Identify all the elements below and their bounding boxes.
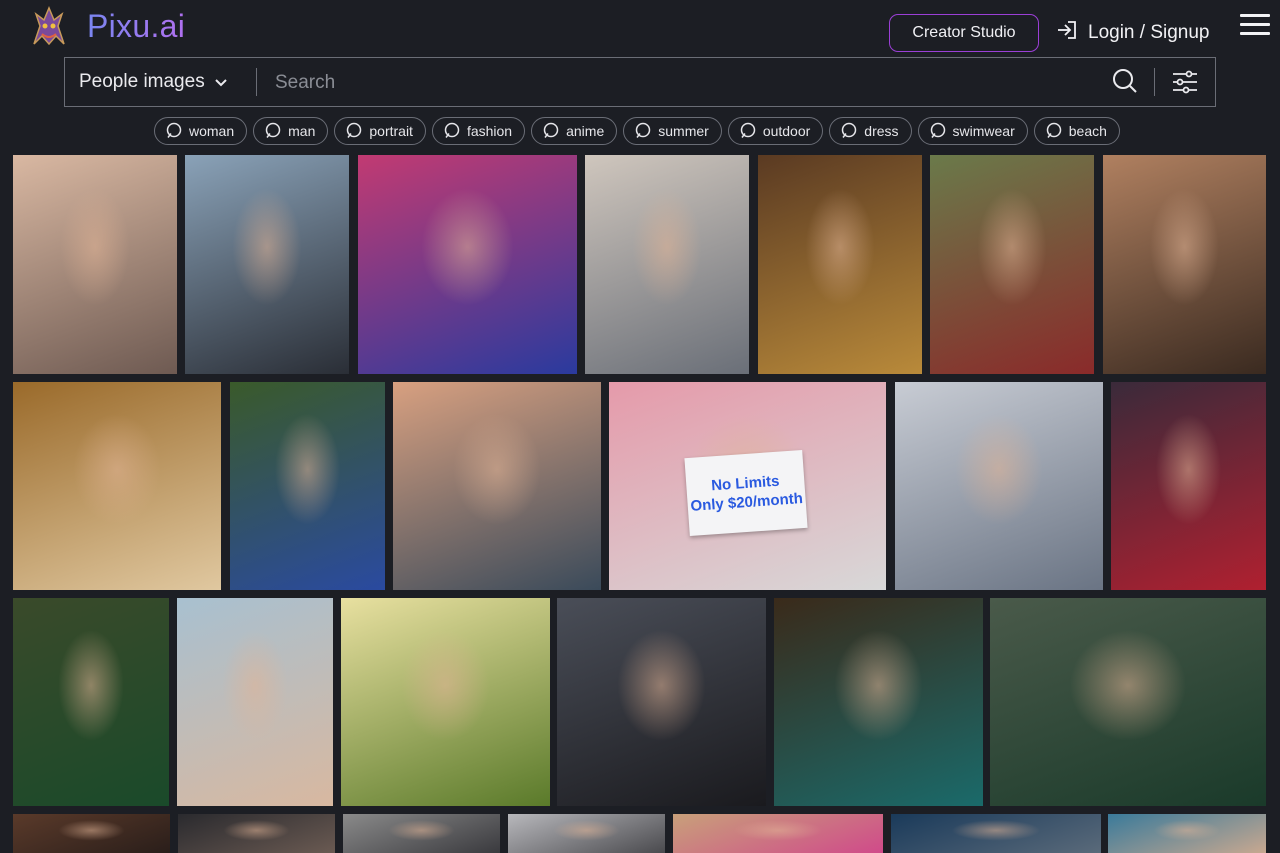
- gallery-image[interactable]: [185, 155, 349, 374]
- gallery-image[interactable]: [341, 598, 550, 806]
- gallery-image[interactable]: [557, 598, 766, 806]
- search-input[interactable]: [273, 66, 1097, 100]
- tag-chip[interactable]: fashion: [431, 117, 526, 145]
- tag-chip[interactable]: woman: [154, 117, 248, 145]
- gallery-image[interactable]: [673, 814, 883, 853]
- gallery-image[interactable]: [774, 598, 983, 806]
- category-label: People images: [79, 71, 205, 92]
- gallery-image[interactable]: [990, 598, 1266, 806]
- gallery-image[interactable]: [508, 814, 665, 853]
- tag-label: swimwear: [952, 123, 1015, 139]
- gallery-image[interactable]: [585, 155, 749, 374]
- search-icon: [347, 122, 362, 138]
- gallery-image[interactable]: [393, 382, 601, 590]
- tag-chip[interactable]: outdoor: [727, 117, 824, 145]
- gallery-image[interactable]: [1108, 814, 1266, 853]
- tag-label: dress: [864, 123, 899, 139]
- tag-chip[interactable]: summer: [623, 117, 722, 145]
- tag-label: outdoor: [762, 123, 811, 139]
- search-icon: [166, 122, 182, 138]
- tag-chip[interactable]: swimwear: [917, 117, 1028, 145]
- sign-line-2: Only $20/month: [689, 490, 804, 515]
- login-icon: [1056, 19, 1078, 47]
- promo-sign: No Limits Only $20/month: [684, 449, 808, 537]
- gallery-image[interactable]: [1103, 155, 1266, 374]
- search-icon: [444, 122, 460, 138]
- search-icon: [543, 122, 559, 138]
- gallery-image[interactable]: [13, 382, 221, 590]
- gallery-image[interactable]: [930, 155, 1094, 374]
- tag-label: summer: [658, 123, 709, 139]
- gallery-image[interactable]: No Limits Only $20/month: [609, 382, 886, 590]
- tag-chip[interactable]: anime: [531, 117, 618, 145]
- tag-label: fashion: [466, 123, 513, 139]
- search-icon: [1046, 122, 1062, 138]
- tag-list: woman man portrait fashion anime summer …: [154, 117, 1120, 145]
- gallery-image[interactable]: [230, 382, 385, 590]
- gallery-image[interactable]: [1111, 382, 1266, 590]
- tag-chip[interactable]: beach: [1033, 117, 1120, 145]
- tag-label: woman: [189, 123, 235, 139]
- search-icon: [265, 122, 281, 138]
- login-signup-link[interactable]: Login / Signup: [1056, 18, 1210, 48]
- tag-chip[interactable]: dress: [829, 117, 912, 145]
- tag-label: anime: [566, 123, 605, 139]
- gallery-image[interactable]: [891, 814, 1101, 853]
- gallery-image[interactable]: [177, 598, 333, 806]
- divider: [256, 68, 257, 96]
- gallery-image[interactable]: [358, 155, 577, 374]
- creator-studio-button[interactable]: Creator Studio: [889, 14, 1039, 52]
- tag-chip[interactable]: portrait: [334, 117, 426, 145]
- search-icon: [636, 122, 651, 138]
- chevron-down-icon: [214, 71, 227, 93]
- search-icon[interactable]: [1111, 67, 1139, 95]
- gallery-image[interactable]: [13, 814, 170, 853]
- search-icon: [740, 122, 756, 138]
- search-bar: People images: [64, 57, 1216, 107]
- gallery-image[interactable]: [343, 814, 500, 853]
- login-label: Login / Signup: [1088, 22, 1210, 43]
- gallery-image[interactable]: [178, 814, 335, 853]
- gallery-image[interactable]: [758, 155, 922, 374]
- category-dropdown[interactable]: People images: [79, 71, 227, 93]
- brand-title[interactable]: Pixu.ai: [87, 8, 185, 45]
- tag-label: man: [288, 123, 316, 139]
- divider: [1154, 68, 1155, 96]
- hamburger-menu-icon[interactable]: [1240, 14, 1270, 36]
- search-icon: [930, 122, 945, 138]
- gallery-image[interactable]: [13, 598, 169, 806]
- filter-sliders-icon[interactable]: [1171, 68, 1199, 96]
- tag-chip[interactable]: man: [253, 117, 329, 145]
- tag-label: beach: [1068, 123, 1107, 139]
- gallery-image[interactable]: [895, 382, 1103, 590]
- logo-dragon-icon[interactable]: [26, 4, 72, 48]
- search-icon: [842, 122, 857, 138]
- gallery-image[interactable]: [13, 155, 177, 374]
- tag-label: portrait: [369, 123, 413, 139]
